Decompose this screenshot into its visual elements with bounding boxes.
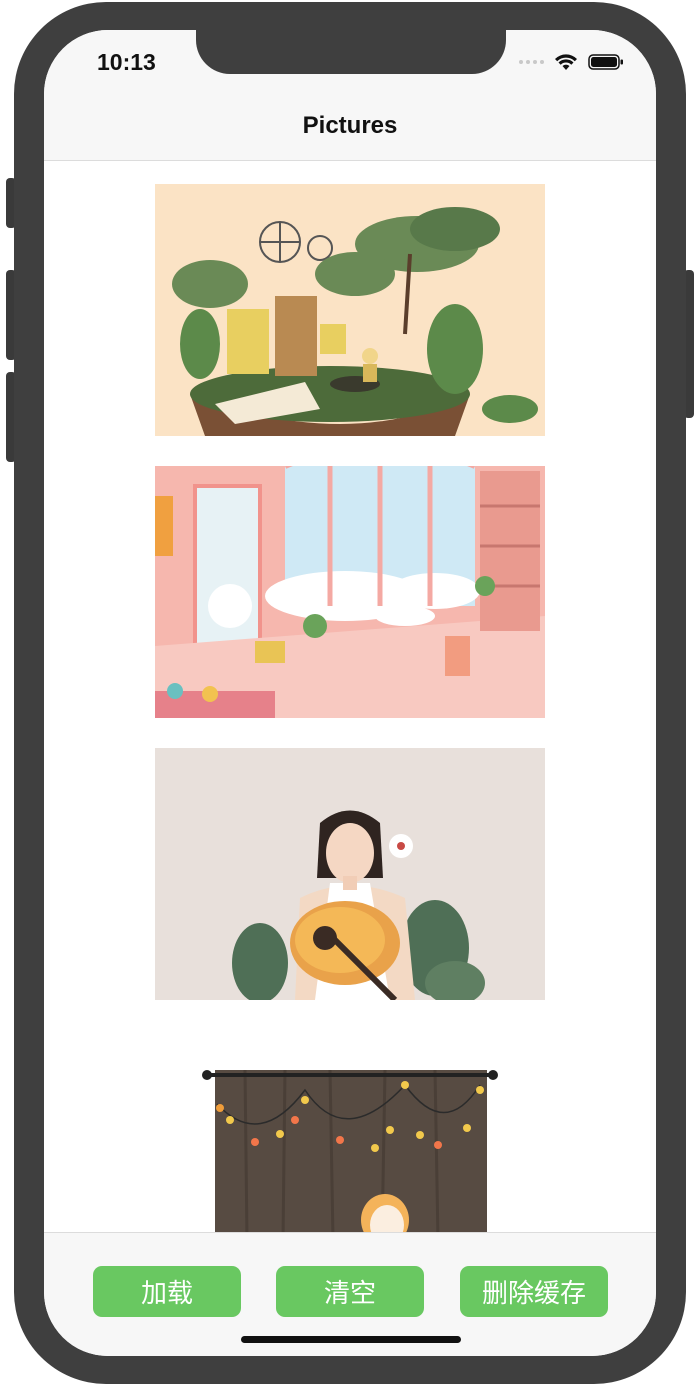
picture-garden-room[interactable] [155, 184, 545, 436]
cellular-signal-icon [519, 60, 544, 64]
clear-button[interactable]: 清空 [276, 1266, 424, 1317]
curtain-girl-image [155, 1030, 545, 1233]
picture-curtain-girl[interactable] [155, 1030, 545, 1233]
picture-girl-with-guitar[interactable] [155, 748, 545, 1000]
picture-pink-sunroom[interactable] [155, 466, 545, 718]
status-time: 10:13 [97, 49, 156, 75]
page-title: Pictures [302, 112, 398, 139]
status-indicators [519, 52, 624, 72]
delete-cache-button[interactable]: 删除缓存 [460, 1266, 608, 1317]
garden-room-image [155, 184, 545, 436]
girl-with-guitar-image [155, 748, 545, 1000]
pink-sunroom-image [155, 466, 545, 718]
screen: Pictures 10:13 加载 清空 删除缓存 [44, 30, 656, 1356]
load-button[interactable]: 加载 [93, 1266, 241, 1317]
home-indicator[interactable] [241, 1336, 461, 1343]
picture-list[interactable] [44, 161, 656, 1233]
notch [196, 30, 506, 74]
battery-icon [588, 54, 623, 70]
wifi-icon [555, 54, 577, 70]
